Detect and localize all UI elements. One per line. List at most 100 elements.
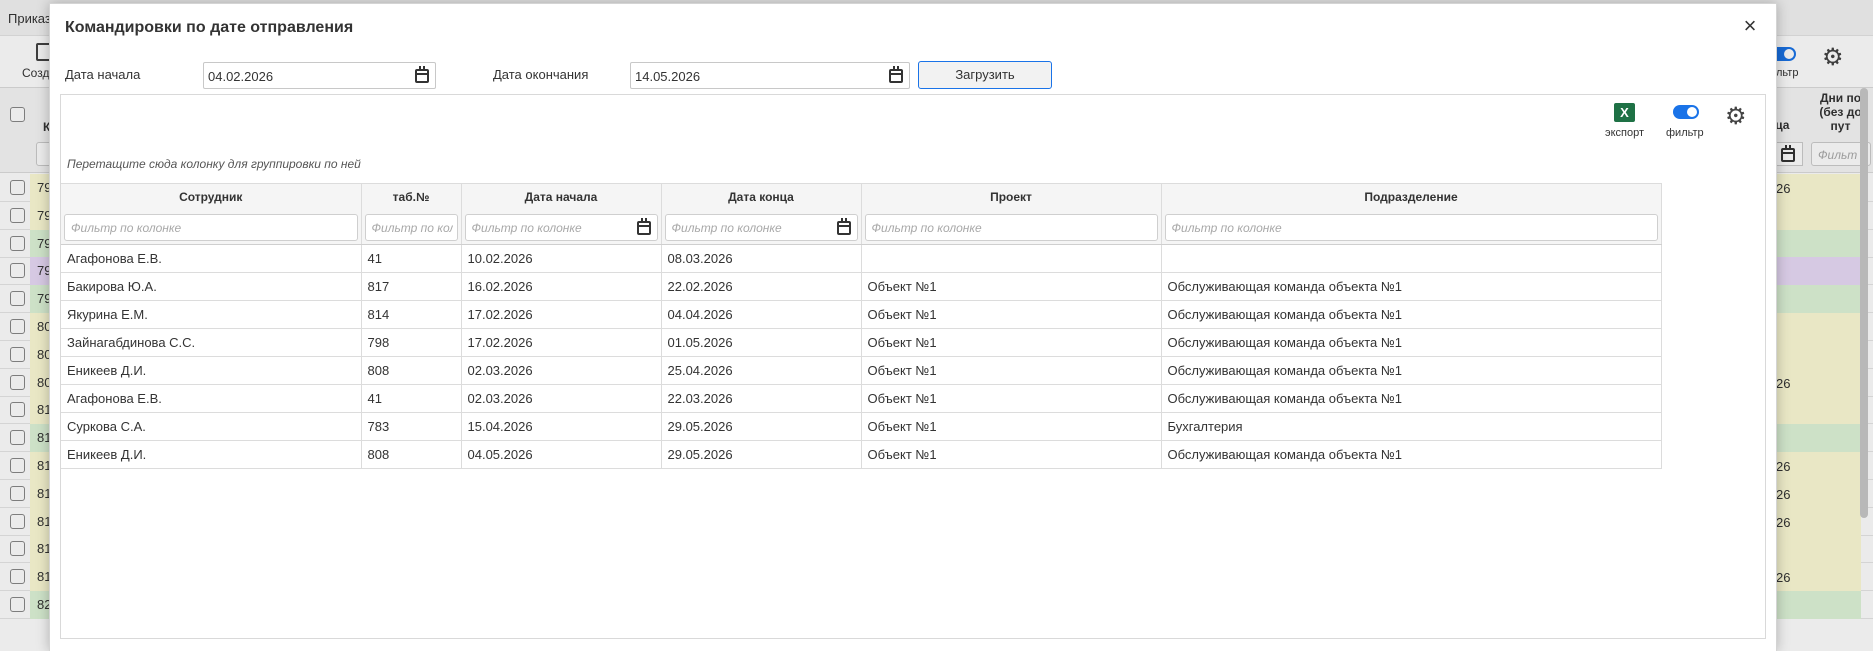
- department-cell[interactable]: Обслуживающая команда объекта №1: [1161, 384, 1662, 413]
- employee-cell[interactable]: Еникеев Д.И.: [61, 356, 362, 385]
- filter-cell: Фильтр по колонке: [661, 210, 862, 245]
- end-date-cell[interactable]: 29.05.2026: [661, 412, 862, 441]
- department-cell[interactable]: Обслуживающая команда объекта №1: [1161, 328, 1662, 357]
- start-date-cell[interactable]: 10.02.2026: [461, 244, 662, 273]
- start-date-cell[interactable]: 02.03.2026: [461, 356, 662, 385]
- table-body: Агафонова Е.В. 41 10.02.2026 08.03.2026 Баки…: [61, 244, 1662, 469]
- department-cell[interactable]: Обслуживающая команда объекта №1: [1161, 300, 1662, 329]
- tab-number-cell[interactable]: 817: [361, 272, 462, 301]
- end-date-cell[interactable]: 22.03.2026: [661, 384, 862, 413]
- tab-number-cell[interactable]: 808: [361, 440, 462, 469]
- employee-cell[interactable]: Агафонова Е.В.: [61, 244, 362, 273]
- project-filter-input[interactable]: Фильтр по колонке: [864, 213, 1158, 241]
- end-date-value: 14.05.2026: [635, 69, 701, 84]
- employee-cell[interactable]: Суркова С.А.: [61, 412, 362, 441]
- department-cell[interactable]: Обслуживающая команда объекта №1: [1161, 440, 1662, 469]
- excel-export-icon[interactable]: X: [1614, 103, 1635, 122]
- start-date-value: 04.02.2026: [208, 69, 274, 84]
- start-date-cell[interactable]: 17.02.2026: [461, 300, 662, 329]
- filter-placeholder: Фильтр по колонке: [471, 220, 582, 235]
- project-cell[interactable]: Объект №1: [861, 384, 1162, 413]
- trips-grid: X экспорт фильтр ⚙ Перетащите сюда колон…: [60, 94, 1766, 639]
- start-date-filter-input[interactable]: Фильтр по колонке: [464, 213, 658, 241]
- table-row[interactable]: Еникеев Д.И. 808 04.05.2026 29.05.2026 Объек…: [61, 440, 1662, 469]
- start-date-cell[interactable]: 15.04.2026: [461, 412, 662, 441]
- group-panel-hint[interactable]: Перетащите сюда колонку для группировки …: [67, 157, 361, 171]
- filter-placeholder: Фильтр по колонке: [371, 220, 453, 235]
- table-row[interactable]: Бакирова Ю.А. 817 16.02.2026 22.02.2026 Объе…: [61, 272, 1662, 301]
- column-header-start-date[interactable]: Дата начала: [461, 183, 662, 211]
- column-header-department[interactable]: Подразделение: [1161, 183, 1662, 211]
- end-date-cell[interactable]: 01.05.2026: [661, 328, 862, 357]
- calendar-icon[interactable]: [889, 66, 903, 83]
- start-date-cell[interactable]: 17.02.2026: [461, 328, 662, 357]
- header-row: Сотрудник таб.№ Дата начала Дата конца П…: [61, 183, 1662, 211]
- project-cell[interactable]: [861, 244, 1162, 273]
- start-date-cell[interactable]: 16.02.2026: [461, 272, 662, 301]
- department-cell[interactable]: Обслуживающая команда объекта №1: [1161, 272, 1662, 301]
- project-cell[interactable]: Объект №1: [861, 272, 1162, 301]
- filter-cell: Фильтр по колонке: [61, 210, 362, 245]
- employee-cell[interactable]: Еникеев Д.И.: [61, 440, 362, 469]
- end-date-cell[interactable]: 25.04.2026: [661, 356, 862, 385]
- project-cell[interactable]: Объект №1: [861, 328, 1162, 357]
- filter-placeholder: Фильтр по колонке: [71, 220, 182, 235]
- department-cell[interactable]: Обслуживающая команда объекта №1: [1161, 356, 1662, 385]
- tab-number-cell[interactable]: 41: [361, 384, 462, 413]
- filter-cell: Фильтр по колонке: [361, 210, 462, 245]
- department-filter-input[interactable]: Фильтр по колонке: [1164, 213, 1658, 241]
- employee-cell[interactable]: Якурина Е.М.: [61, 300, 362, 329]
- start-date-cell[interactable]: 04.05.2026: [461, 440, 662, 469]
- calendar-icon[interactable]: [836, 217, 851, 235]
- calendar-icon[interactable]: [415, 66, 429, 83]
- employee-cell[interactable]: Зайнагабдинова С.С.: [61, 328, 362, 357]
- filter-cell: Фильтр по колонке: [461, 210, 662, 245]
- filter-row: Фильтр по колонке Фильтр по колонке Филь…: [61, 210, 1662, 245]
- export-label[interactable]: экспорт: [1605, 127, 1644, 139]
- column-header-end-date[interactable]: Дата конца: [661, 183, 862, 211]
- tab-number-filter-input[interactable]: Фильтр по колонке: [364, 213, 458, 241]
- end-date-cell[interactable]: 04.04.2026: [661, 300, 862, 329]
- tab-number-cell[interactable]: 814: [361, 300, 462, 329]
- project-cell[interactable]: Объект №1: [861, 412, 1162, 441]
- table-row[interactable]: Еникеев Д.И. 808 02.03.2026 25.04.2026 Объек…: [61, 356, 1662, 385]
- employee-cell[interactable]: Агафонова Е.В.: [61, 384, 362, 413]
- filter-label: фильтр: [1666, 127, 1704, 139]
- employee-cell[interactable]: Бакирова Ю.А.: [61, 272, 362, 301]
- start-date-label: Дата начала: [65, 67, 141, 82]
- calendar-icon[interactable]: [636, 217, 651, 235]
- end-date-filter-input[interactable]: Фильтр по колонке: [664, 213, 858, 241]
- table-row[interactable]: Суркова С.А. 783 15.04.2026 29.05.2026 Объек…: [61, 412, 1662, 441]
- tab-number-cell[interactable]: 808: [361, 356, 462, 385]
- end-date-label: Дата окончания: [493, 67, 589, 82]
- start-date-input[interactable]: 04.02.2026: [203, 62, 436, 89]
- close-icon[interactable]: ×: [1740, 15, 1760, 37]
- employee-filter-input[interactable]: Фильтр по колонке: [64, 213, 358, 241]
- table-row[interactable]: Агафонова Е.В. 41 02.03.2026 22.03.2026 Объе…: [61, 384, 1662, 413]
- end-date-input[interactable]: 14.05.2026: [630, 62, 910, 89]
- filter-toggle[interactable]: [1673, 105, 1699, 119]
- end-date-cell[interactable]: 08.03.2026: [661, 244, 862, 273]
- gear-icon[interactable]: ⚙: [1725, 105, 1747, 129]
- column-header-tab-number[interactable]: таб.№: [361, 183, 462, 211]
- tab-number-cell[interactable]: 798: [361, 328, 462, 357]
- start-date-cell[interactable]: 02.03.2026: [461, 384, 662, 413]
- tab-number-cell[interactable]: 41: [361, 244, 462, 273]
- end-date-cell[interactable]: 29.05.2026: [661, 440, 862, 469]
- column-header-project[interactable]: Проект: [861, 183, 1162, 211]
- tab-number-cell[interactable]: 783: [361, 412, 462, 441]
- end-date-cell[interactable]: 22.02.2026: [661, 272, 862, 301]
- table-row[interactable]: Зайнагабдинова С.С. 798 17.02.2026 01.05.20…: [61, 328, 1662, 357]
- load-button[interactable]: Загрузить: [918, 61, 1052, 89]
- column-header-employee[interactable]: Сотрудник: [61, 183, 362, 211]
- dialog-title: Командировки по дате отправления: [65, 19, 354, 36]
- project-cell[interactable]: Объект №1: [861, 300, 1162, 329]
- project-cell[interactable]: Объект №1: [861, 356, 1162, 385]
- project-cell[interactable]: Объект №1: [861, 440, 1162, 469]
- filter-cell: Фильтр по колонке: [861, 210, 1162, 245]
- department-cell[interactable]: [1161, 244, 1662, 273]
- department-cell[interactable]: Бухгалтерия: [1161, 412, 1662, 441]
- table-row[interactable]: Агафонова Е.В. 41 10.02.2026 08.03.2026: [61, 244, 1662, 273]
- table-row[interactable]: Якурина Е.М. 814 17.02.2026 04.04.2026 Объек…: [61, 300, 1662, 329]
- filter-placeholder: Фильтр по колонке: [1171, 220, 1282, 235]
